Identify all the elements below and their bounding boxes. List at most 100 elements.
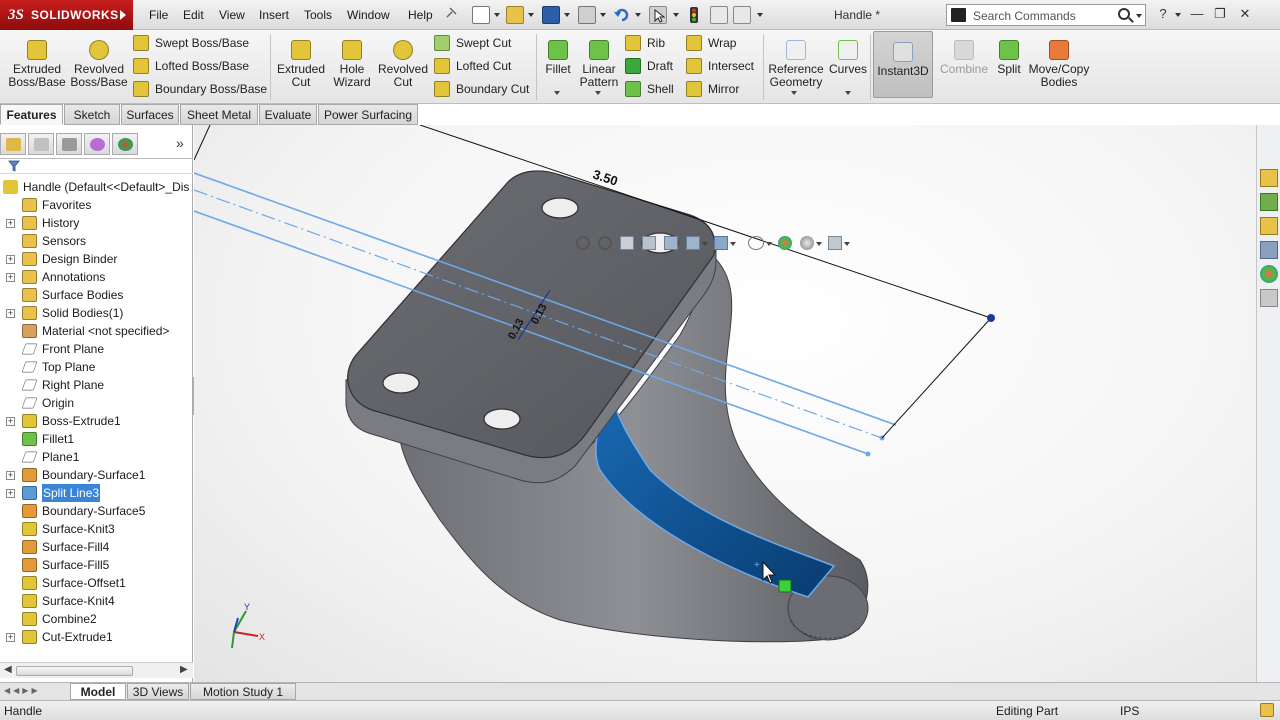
extruded-cut-button[interactable]: Extruded Cut (274, 30, 328, 104)
display-style-icon[interactable] (714, 236, 728, 250)
custom-properties-icon[interactable] (1260, 289, 1278, 307)
tree-item[interactable]: Right Plane (0, 376, 193, 394)
rebuild-traffic-light-icon[interactable] (688, 6, 700, 24)
menu-view[interactable]: View (219, 8, 245, 22)
tree-item[interactable]: + Annotations (0, 268, 193, 286)
new-document-icon[interactable] (472, 6, 490, 24)
instant3d-button[interactable]: Instant3D (873, 31, 933, 98)
tree-item[interactable]: Plane1 (0, 448, 193, 466)
tree-item[interactable]: Boundary-Surface5 (0, 502, 193, 520)
filter-icon[interactable] (8, 160, 20, 175)
print-dropdown-arrow-icon[interactable] (600, 13, 606, 17)
tree-item[interactable]: Surface Bodies (0, 286, 193, 304)
scrollbar-thumb[interactable] (16, 666, 133, 676)
tree-expand-icon[interactable]: + (6, 471, 15, 480)
file-properties-icon[interactable] (710, 6, 728, 24)
drag-handle-icon[interactable] (778, 579, 792, 593)
tree-item[interactable]: + History (0, 214, 193, 232)
tree-expand-icon[interactable]: + (6, 273, 15, 282)
tab-power-surfacing[interactable]: Power Surfacing (318, 104, 418, 125)
help-icon[interactable]: ? (1154, 6, 1172, 24)
minimize-window-icon[interactable]: — (1188, 6, 1206, 24)
tab-3d-views[interactable]: 3D Views (127, 683, 189, 700)
property-manager-tab[interactable] (28, 133, 54, 155)
tree-item[interactable]: Combine2 (0, 610, 193, 628)
hole-wizard-button[interactable]: Hole Wizard (328, 30, 376, 104)
tree-item[interactable]: + Solid Bodies(1) (0, 304, 193, 322)
tree-item[interactable]: Favorites (0, 196, 193, 214)
combine-button[interactable]: Combine (938, 30, 990, 104)
options-dropdown-arrow-icon[interactable] (757, 13, 763, 17)
open-folder-icon[interactable] (506, 6, 524, 24)
solidworks-logo[interactable]: 3S SOLIDWORKS (0, 0, 133, 30)
apply-scene-dropdown-arrow-icon[interactable] (816, 242, 822, 246)
configuration-manager-tab[interactable] (56, 133, 82, 155)
tab-evaluate[interactable]: Evaluate (259, 104, 317, 125)
tab-model[interactable]: Model (70, 683, 126, 700)
graphics-viewport[interactable]: 3.50 0.13 0.13 + Y X (194, 125, 1256, 682)
tree-root-part[interactable]: Handle (Default<<Default>_Dis (0, 178, 193, 196)
apply-scene-icon[interactable] (800, 236, 814, 250)
hide-show-items-icon[interactable] (748, 236, 764, 250)
hide-show-dropdown-arrow-icon[interactable] (766, 242, 772, 246)
tree-item[interactable]: + Boss-Extrude1 (0, 412, 193, 430)
tab-sheet-metal[interactable]: Sheet Metal (180, 104, 258, 125)
filter-row[interactable] (0, 158, 193, 174)
revolved-cut-button[interactable]: Revolved Cut (378, 30, 428, 104)
tree-expand-icon[interactable]: + (6, 489, 15, 498)
dimxpert-tab[interactable] (84, 133, 110, 155)
previous-view-icon[interactable] (620, 236, 634, 250)
tree-item[interactable]: Surface-Fill5 (0, 556, 193, 574)
tree-expand-icon[interactable]: + (6, 219, 15, 228)
tree-horizontal-scrollbar[interactable]: ◀ ▶ (0, 662, 193, 678)
menu-help[interactable]: Help (408, 8, 433, 22)
menu-tools[interactable]: Tools (304, 8, 332, 22)
tree-item[interactable]: Top Plane (0, 358, 193, 376)
design-library-icon[interactable] (1260, 193, 1278, 211)
move-copy-bodies-button[interactable]: Move/Copy Bodies (1028, 30, 1090, 104)
appearances-icon[interactable] (1260, 265, 1278, 283)
display-style-dropdown-arrow-icon[interactable] (730, 242, 736, 246)
tree-item[interactable]: + Cut-Extrude1 (0, 628, 193, 646)
tree-item[interactable]: Material <not specified> (0, 322, 193, 340)
print-icon[interactable] (578, 6, 596, 24)
view-settings-dropdown-arrow-icon[interactable] (844, 242, 850, 246)
tree-item[interactable]: Origin (0, 394, 193, 412)
extruded-boss-base-button[interactable]: Extruded Boss/Base (6, 30, 68, 104)
tree-item[interactable]: Surface-Knit4 (0, 592, 193, 610)
split-button[interactable]: Split (994, 30, 1024, 104)
tab-surfaces[interactable]: Surfaces (121, 104, 179, 125)
menu-edit[interactable]: Edit (183, 8, 204, 22)
tree-item[interactable]: + Boundary-Surface1 (0, 466, 193, 484)
search-commands-field[interactable]: Search Commands (946, 4, 1146, 26)
tree-item[interactable]: Sensors (0, 232, 193, 250)
undo-dropdown-arrow-icon[interactable] (635, 13, 641, 17)
view-orientation-dropdown-arrow-icon[interactable] (702, 242, 708, 246)
file-explorer-icon[interactable] (1260, 217, 1278, 235)
pattern-dropdown-arrow-icon[interactable] (595, 91, 601, 95)
tree-item[interactable]: Surface-Fill4 (0, 538, 193, 556)
curves-dropdown-arrow-icon[interactable] (845, 91, 851, 95)
search-dropdown-arrow-icon[interactable] (1136, 14, 1142, 18)
scroll-left-arrow-icon[interactable]: ◀ (4, 664, 12, 675)
close-window-icon[interactable]: ✕ (1236, 6, 1254, 24)
mounting-hole[interactable] (541, 197, 579, 219)
mounting-hole[interactable] (382, 372, 420, 394)
options-icon[interactable] (733, 6, 751, 24)
tab-motion-study[interactable]: Motion Study 1 (190, 683, 296, 700)
zoom-to-area-icon[interactable] (598, 236, 612, 250)
menu-file[interactable]: File (149, 8, 168, 22)
status-units[interactable]: IPS (1120, 704, 1139, 718)
reference-geometry-dropdown-arrow-icon[interactable] (791, 91, 797, 95)
edit-appearance-icon[interactable] (778, 236, 792, 250)
menu-insert[interactable]: Insert (259, 8, 289, 22)
new-dropdown-arrow-icon[interactable] (494, 13, 500, 17)
search-icon[interactable] (1118, 8, 1130, 20)
open-dropdown-arrow-icon[interactable] (528, 13, 534, 17)
dynamic-annotation-icon[interactable] (664, 236, 678, 250)
revolved-boss-base-button[interactable]: Revolved Boss/Base (70, 30, 128, 104)
tab-sketch[interactable]: Sketch (64, 104, 120, 125)
tab-scroll-arrows-icon[interactable]: ◀◀▶▶ (4, 686, 41, 695)
tree-expand-icon[interactable]: + (6, 309, 15, 318)
dimension-endpoint-handle[interactable] (987, 314, 995, 322)
